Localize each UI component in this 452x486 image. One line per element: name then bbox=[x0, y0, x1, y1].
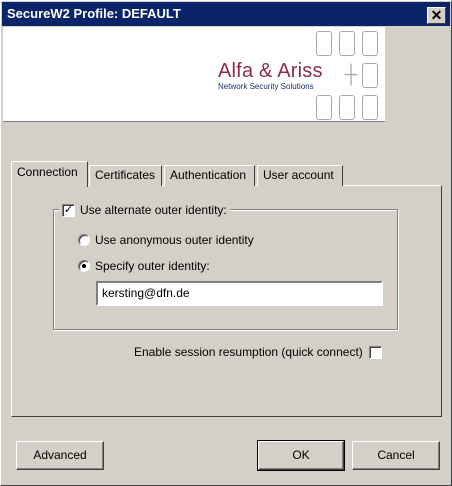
tab-authentication[interactable]: Authentication bbox=[164, 165, 255, 186]
specify-identity-label: Specify outer identity: bbox=[95, 259, 210, 273]
cancel-button[interactable]: Cancel bbox=[352, 441, 440, 470]
profile-dialog: SecureW2 Profile: DEFAULT ✕ ┼ Alfa & Ari… bbox=[0, 0, 452, 486]
specify-identity-option[interactable]: Specify outer identity: bbox=[78, 259, 210, 273]
tab-certificates[interactable]: Certificates bbox=[89, 165, 162, 186]
tab-connection[interactable]: Connection bbox=[11, 161, 88, 187]
session-resumption-option[interactable]: Enable session resumption (quick connect… bbox=[134, 345, 382, 359]
logo-cross-mark: ┼ bbox=[344, 64, 358, 84]
anonymous-identity-option[interactable]: Use anonymous outer identity bbox=[78, 233, 254, 247]
outer-identity-input[interactable]: kersting@dfn.de bbox=[96, 281, 383, 306]
brand-tagline: Network Security Solutions bbox=[218, 82, 314, 91]
close-button[interactable]: ✕ bbox=[427, 7, 446, 24]
anonymous-identity-radio[interactable] bbox=[78, 234, 90, 246]
window-title: SecureW2 Profile: DEFAULT bbox=[7, 6, 181, 21]
specify-identity-radio[interactable] bbox=[78, 260, 90, 272]
vendor-banner: ┼ Alfa & Ariss Network Security Solution… bbox=[3, 27, 385, 122]
session-resumption-checkbox[interactable] bbox=[368, 345, 382, 359]
advanced-button[interactable]: Advanced bbox=[16, 441, 104, 470]
anonymous-identity-label: Use anonymous outer identity bbox=[95, 233, 254, 247]
brand-name: Alfa & Ariss bbox=[218, 60, 323, 82]
alternate-identity-option[interactable]: ✓ Use alternate outer identity: bbox=[59, 202, 230, 218]
tab-user-account[interactable]: User account bbox=[257, 165, 343, 186]
title-bar[interactable]: SecureW2 Profile: DEFAULT ✕ bbox=[2, 2, 450, 26]
close-icon: ✕ bbox=[430, 7, 443, 23]
checkmark-icon: ✓ bbox=[63, 203, 74, 216]
alternate-identity-label: Use alternate outer identity: bbox=[80, 203, 227, 217]
alternate-identity-checkbox[interactable]: ✓ bbox=[62, 203, 75, 217]
ok-button[interactable]: OK bbox=[257, 440, 345, 471]
session-resumption-label: Enable session resumption (quick connect… bbox=[134, 345, 363, 359]
